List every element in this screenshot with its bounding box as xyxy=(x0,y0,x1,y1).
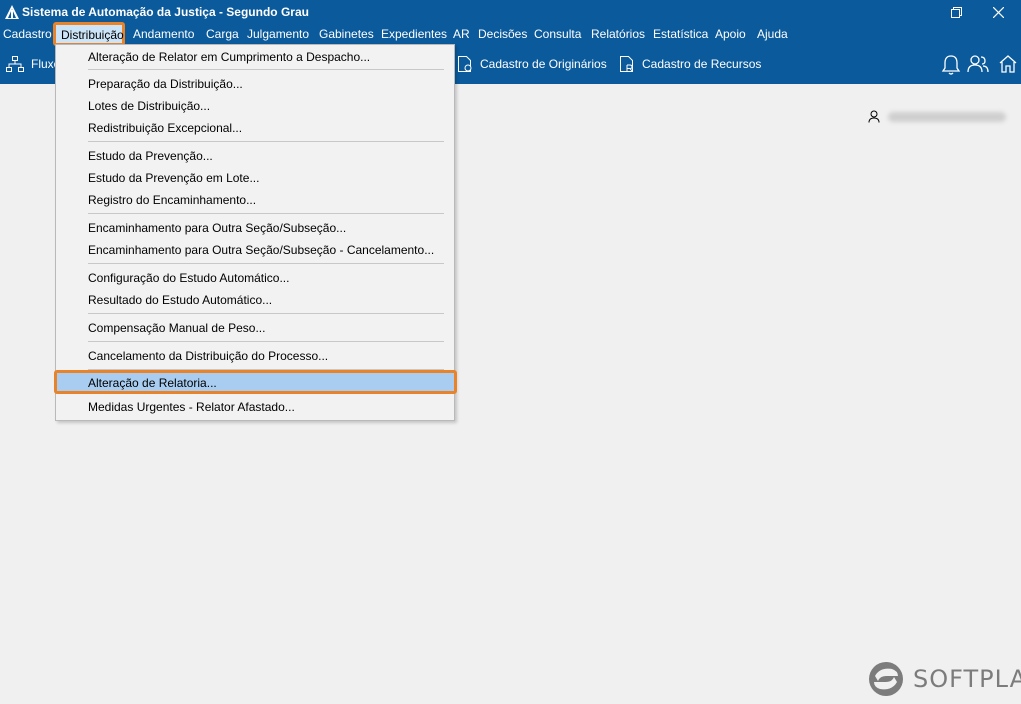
cadastro-recursos-label: Cadastro de Recursos xyxy=(642,57,762,71)
menu-cadastro[interactable]: Cadastro xyxy=(3,27,52,41)
menu-distribuicao[interactable]: Distribuição xyxy=(53,22,125,46)
menu-item-estudo-prevencao[interactable]: Estudo da Prevenção... xyxy=(88,149,213,163)
home-button[interactable] xyxy=(998,54,1021,74)
close-button[interactable] xyxy=(975,0,1021,24)
cadastro-recursos-button[interactable]: Cadastro de Recursos xyxy=(619,55,761,73)
menu-item-lotes-distribuicao[interactable]: Lotes de Distribuição... xyxy=(88,99,210,113)
restore-button[interactable] xyxy=(933,0,979,24)
document-r-icon xyxy=(620,56,633,72)
fluxo-button[interactable]: Fluxo xyxy=(6,55,60,73)
menu-consulta[interactable]: Consulta xyxy=(534,27,581,41)
menu-item-encaminhamento-cancelamento[interactable]: Encaminhamento para Outra Seção/Subseção… xyxy=(88,243,434,257)
menu-item-estudo-prevencao-lote[interactable]: Estudo da Prevenção em Lote... xyxy=(88,171,259,185)
menu-apoio[interactable]: Apoio xyxy=(715,27,746,41)
menu-item-cancelamento-distribuicao[interactable]: Cancelamento da Distribuição do Processo… xyxy=(88,349,328,363)
menu-separator xyxy=(88,341,444,342)
menu-item-registro-encaminhamento[interactable]: Registro do Encaminhamento... xyxy=(88,193,256,207)
app-logo-icon xyxy=(5,5,19,19)
user-icon xyxy=(868,110,880,123)
menu-item-alteracao-relatoria-label: Alteração de Relatoria... xyxy=(88,376,217,390)
title-bar: Sistema de Automação da Justiça - Segund… xyxy=(0,0,1021,24)
menu-estatistica[interactable]: Estatística xyxy=(653,27,708,41)
home-icon xyxy=(999,55,1017,73)
menu-item-medidas-urgentes[interactable]: Medidas Urgentes - Relator Afastado... xyxy=(88,400,295,414)
menu-carga[interactable]: Carga xyxy=(206,27,239,41)
menu-relatorios[interactable]: Relatórios xyxy=(591,27,645,41)
menu-ar[interactable]: AR xyxy=(453,27,470,41)
softplan-logo: SOFTPLAN xyxy=(868,661,1021,697)
menu-item-preparacao-distribuicao[interactable]: Preparação da Distribuição... xyxy=(88,77,243,91)
menu-bar: Cadastro Andamento Carga Julgamento Gabi… xyxy=(0,24,1021,44)
user-info xyxy=(868,110,1006,123)
menu-item-encaminhamento-outra-secao[interactable]: Encaminhamento para Outra Seção/Subseção… xyxy=(88,221,346,235)
menu-item-compensacao-peso[interactable]: Compensação Manual de Peso... xyxy=(88,321,265,335)
cadastro-originarios-label: Cadastro de Originários xyxy=(480,57,607,71)
bell-icon xyxy=(941,55,961,75)
menu-expedientes[interactable]: Expedientes xyxy=(381,27,447,41)
users-button[interactable] xyxy=(967,54,996,74)
menu-ajuda[interactable]: Ajuda xyxy=(757,27,788,41)
document-o-icon xyxy=(458,56,472,72)
menu-julgamento[interactable]: Julgamento xyxy=(247,27,309,41)
cadastro-originarios-button[interactable]: Cadastro de Originários xyxy=(457,55,607,73)
restore-icon xyxy=(950,6,962,18)
org-chart-icon xyxy=(6,56,24,72)
distribuicao-dropdown: Alteração de Relator em Cumprimento a De… xyxy=(54,44,457,421)
softplan-logo-icon xyxy=(869,662,903,696)
menu-separator xyxy=(88,213,444,214)
menu-gabinetes[interactable]: Gabinetes xyxy=(319,27,374,41)
menu-item-alteracao-relator-despacho[interactable]: Alteração de Relator em Cumprimento a De… xyxy=(88,50,370,64)
menu-item-redistribuicao-excepcional[interactable]: Redistribuição Excepcional... xyxy=(88,121,242,135)
menu-decisoes[interactable]: Decisões xyxy=(478,27,527,41)
window-title: Sistema de Automação da Justiça - Segund… xyxy=(22,5,309,19)
menu-item-configuracao-estudo[interactable]: Configuração do Estudo Automático... xyxy=(88,271,289,285)
menu-item-resultado-estudo[interactable]: Resultado do Estudo Automático... xyxy=(88,293,272,307)
softplan-logo-text: SOFTPLAN xyxy=(913,665,1021,693)
menu-andamento[interactable]: Andamento xyxy=(133,27,194,41)
menu-item-alteracao-relatoria[interactable]: Alteração de Relatoria... xyxy=(54,370,457,394)
menu-distribuicao-label: Distribuição xyxy=(61,28,124,42)
menu-separator xyxy=(88,69,444,70)
menu-separator xyxy=(88,141,444,142)
menu-separator xyxy=(88,263,444,264)
close-icon xyxy=(992,6,1004,18)
users-icon xyxy=(967,55,989,73)
menu-separator xyxy=(88,313,444,314)
user-name xyxy=(888,111,1006,122)
notifications-button[interactable] xyxy=(941,54,968,76)
